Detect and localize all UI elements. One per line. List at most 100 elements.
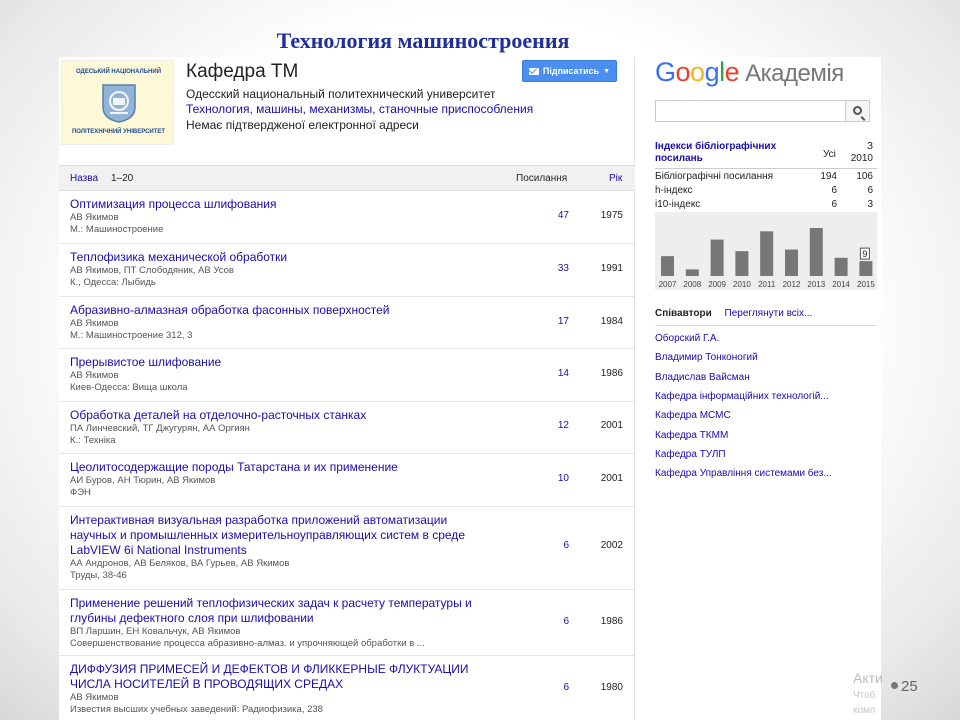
search-button[interactable] bbox=[845, 100, 870, 122]
chart-bar bbox=[785, 249, 798, 276]
coauthor-link[interactable]: Кафедра інформаційних технологій... bbox=[655, 391, 829, 402]
publication-year: 2001 bbox=[600, 473, 623, 484]
citation-count[interactable]: 17 bbox=[534, 316, 569, 327]
profile-interests[interactable]: Технология, машины, механизмы, станочные… bbox=[186, 102, 533, 116]
publication-title[interactable]: Абразивно-алмазная обработка фасонных по… bbox=[70, 303, 490, 342]
chart-bar bbox=[710, 239, 724, 276]
citation-count[interactable]: 12 bbox=[534, 420, 569, 431]
profile-header: ОДЕСЬКИЙ НАЦІОНАЛЬНИЙ ПОЛІТЕХНІЧНИЙ УНІВ… bbox=[59, 57, 635, 165]
chart-bar bbox=[834, 257, 848, 276]
chart-tick-label: 2013 bbox=[807, 280, 825, 289]
publication-year: 1975 bbox=[600, 210, 623, 221]
publication-year: 1980 bbox=[600, 682, 623, 693]
publication-title[interactable]: Теплофизика механической обработки АВ Як… bbox=[70, 250, 490, 289]
profile-email-status: Немає підтвердженої електронної адреси bbox=[186, 118, 419, 132]
citation-count[interactable]: 6 bbox=[534, 682, 569, 693]
publication-venue: Киев-Одесса: Вища школа bbox=[70, 382, 188, 393]
citation-count[interactable]: 6 bbox=[534, 616, 569, 627]
citation-indices-title[interactable]: Індекси бібліографічних посилань bbox=[655, 141, 785, 165]
citation-count[interactable]: 47 bbox=[534, 210, 569, 221]
citation-count[interactable]: 10 bbox=[534, 473, 569, 484]
publication-title[interactable]: Интерактивная визуальная разработка прил… bbox=[70, 513, 490, 582]
citation-count[interactable]: 33 bbox=[534, 263, 569, 274]
sort-by-year[interactable]: Рік bbox=[609, 173, 622, 184]
publication-year: 1986 bbox=[600, 616, 623, 627]
coauthor-link[interactable]: Владимир Тонконогий bbox=[655, 352, 758, 363]
table-row: Обработка деталей на отделочно-расточных… bbox=[59, 402, 635, 454]
publication-title[interactable]: Применение решений теплофизических задач… bbox=[70, 596, 490, 650]
coauthor-link[interactable]: Кафедра МСМС bbox=[655, 410, 731, 421]
publication-title[interactable]: ДИФФУЗИЯ ПРИМЕСЕЙ И ДЕФЕКТОВ И ФЛИККЕРНЫ… bbox=[70, 662, 490, 716]
chart-tick-label: 2010 bbox=[733, 280, 751, 289]
citations-chart: 2007 2008 2009 2010 2011 2012 2013 2014 2015 9 bbox=[655, 212, 877, 290]
citation-count[interactable]: 6 bbox=[534, 540, 569, 551]
chart-tick-label: 2014 bbox=[832, 280, 850, 289]
google-scholar-logo[interactable]: Google Академія bbox=[655, 57, 844, 88]
table-row: Теплофизика механической обработки АВ Як… bbox=[59, 244, 635, 297]
publication-venue: ФЭН bbox=[70, 487, 91, 498]
search-input[interactable] bbox=[655, 100, 845, 122]
column-all: Усі bbox=[823, 149, 836, 160]
chart-tick-label: 2008 bbox=[683, 280, 701, 289]
profile-name: Кафедра ТМ bbox=[186, 61, 299, 82]
activation-watermark: Акти bbox=[853, 670, 883, 686]
publication-title[interactable]: Обработка деталей на отделочно-расточных… bbox=[70, 408, 490, 447]
index-row: h-індекс 6 6 bbox=[655, 185, 873, 196]
slide-title: Технология машиностроения bbox=[276, 28, 570, 53]
publication-venue: М.: Машиностроение 312, 3 bbox=[70, 330, 193, 341]
table-row: Прерывистое шлифование АВ Якимов Киев-Од… bbox=[59, 349, 635, 402]
sort-by-title[interactable]: Назва bbox=[70, 173, 98, 184]
publication-authors: АВ Якимов bbox=[70, 318, 119, 329]
publication-year: 1991 bbox=[600, 263, 623, 274]
citation-count[interactable]: 14 bbox=[534, 368, 569, 379]
chart-bar bbox=[661, 256, 674, 276]
scholar-page: ОДЕСЬКИЙ НАЦІОНАЛЬНИЙ ПОЛІТЕХНІЧНИЙ УНІВ… bbox=[59, 57, 881, 720]
publication-venue: К.: Техніка bbox=[70, 435, 116, 446]
slide-bullet bbox=[891, 682, 898, 689]
coauthor-link[interactable]: Кафедра ТКММ bbox=[655, 430, 728, 441]
follow-label: Підписатись bbox=[542, 66, 600, 76]
publication-venue: Труды, 38-46 bbox=[70, 570, 127, 581]
publication-title[interactable]: Цеолитосодержащие породы Татарстана и их… bbox=[70, 460, 490, 499]
column-since: З 2010 bbox=[850, 141, 873, 164]
coauthor-link[interactable]: Кафедра ТУЛП bbox=[655, 449, 726, 460]
search-icon bbox=[853, 106, 862, 115]
view-all-coauthors-link[interactable]: Переглянути всіх... bbox=[725, 308, 813, 319]
publications-panel: ОДЕСЬКИЙ НАЦІОНАЛЬНИЙ ПОЛІТЕХНІЧНИЙ УНІВ… bbox=[59, 57, 635, 720]
publication-authors: АИ Буров, АН Тюрин, АВ Якимов bbox=[70, 475, 216, 486]
chart-bar bbox=[760, 231, 774, 276]
emblem-icon bbox=[102, 84, 136, 123]
chart-tick-label: 2012 bbox=[783, 280, 801, 289]
chart-tick-label: 2011 bbox=[758, 280, 776, 289]
publication-venue: Известия высших учебных заведений: Радио… bbox=[70, 704, 323, 715]
table-row: ДИФФУЗИЯ ПРИМЕСЕЙ И ДЕФЕКТОВ И ФЛИККЕРНЫ… bbox=[59, 656, 635, 720]
chart-tick-label: 2015 bbox=[857, 280, 875, 289]
chart-tick-label: 2007 bbox=[659, 280, 677, 289]
chart-bar bbox=[859, 261, 873, 276]
publication-title[interactable]: Оптимизация процесса шлифования АВ Якимо… bbox=[70, 197, 490, 236]
follow-button[interactable]: Підписатись ▼ bbox=[522, 60, 617, 82]
column-cites[interactable]: Посилання bbox=[516, 173, 567, 184]
chevron-down-icon: ▼ bbox=[603, 67, 611, 75]
chart-tick-label: 2009 bbox=[708, 280, 726, 289]
table-row: Абразивно-алмазная обработка фасонных по… bbox=[59, 297, 635, 349]
chart-data-label: 9 bbox=[862, 249, 867, 259]
coauthor-link[interactable]: Владислав Вайсман bbox=[655, 372, 750, 383]
publication-authors: АВ Якимов bbox=[70, 370, 119, 381]
table-row: Оптимизация процесса шлифования АВ Якимо… bbox=[59, 191, 635, 244]
table-row: Цеолитосодержащие породы Татарстана и их… bbox=[59, 454, 635, 507]
coauthor-link[interactable]: Оборский Г.А. bbox=[655, 333, 719, 344]
table-header: Назва 1–20 Посилання Рік bbox=[59, 165, 635, 191]
publication-venue: М.: Машиностроение bbox=[70, 224, 164, 235]
chart-bar bbox=[809, 228, 823, 276]
publication-authors: АА Андронов, АВ Беляков, ВА Гурьев, АВ Я… bbox=[70, 558, 290, 569]
profile-affiliation: Одесский национальный политехнический ун… bbox=[186, 87, 496, 101]
sidebar: Google Академія Індекси бібліографічних п… bbox=[643, 57, 881, 720]
publication-venue: Совершенствование процесса абразивно-алм… bbox=[70, 638, 425, 649]
envelope-icon bbox=[528, 67, 539, 75]
coauthor-link[interactable]: Кафедра Управління системами без... bbox=[655, 468, 832, 479]
publication-title[interactable]: Прерывистое шлифование АВ Якимов Киев-Од… bbox=[70, 355, 490, 394]
index-row: Бібліографічні посилання 194 106 bbox=[655, 171, 873, 182]
index-row: i10-індекс 6 3 bbox=[655, 199, 873, 210]
publication-venue: К., Одесса: Лыбидь bbox=[70, 277, 156, 288]
